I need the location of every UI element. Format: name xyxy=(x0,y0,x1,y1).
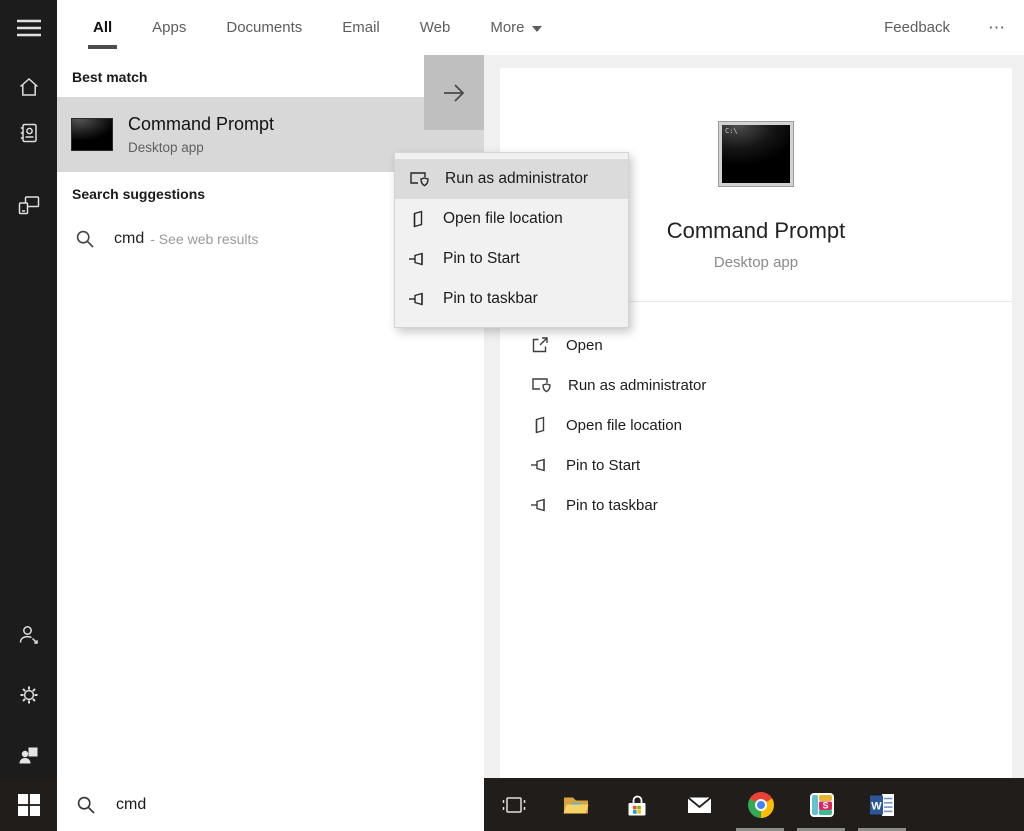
action-run-as-administrator[interactable]: Run as administrator xyxy=(500,365,1012,405)
taskbar: cmd S W xyxy=(0,778,1024,831)
action-label: Pin to Start xyxy=(566,456,641,474)
menu-item-label: Pin to Start xyxy=(443,250,520,267)
svg-text:W: W xyxy=(871,800,882,812)
navigation-sidebar xyxy=(0,0,57,778)
expand-result-arrow-button[interactable] xyxy=(424,55,484,130)
tab-all[interactable]: All xyxy=(88,0,118,55)
tab-web[interactable]: Web xyxy=(417,0,454,55)
mail-icon xyxy=(686,796,712,813)
action-label: Run as administrator xyxy=(568,376,707,394)
slack-icon: S xyxy=(810,792,834,817)
word-button[interactable]: W xyxy=(868,778,896,831)
svg-text:S: S xyxy=(822,800,828,810)
menu-item-label: Open file location xyxy=(443,210,563,227)
menu-open-file-location[interactable]: Open file location xyxy=(395,199,628,239)
run-as-admin-icon xyxy=(532,378,551,393)
action-open[interactable]: Open xyxy=(500,325,1012,365)
best-match-title: Command Prompt xyxy=(128,114,275,134)
search-filter-tabs: All Apps Documents Email Web More Feedba… xyxy=(57,0,1024,55)
menu-item-label: Run as administrator xyxy=(445,170,589,187)
slack-button[interactable]: S xyxy=(808,778,836,831)
chevron-down-icon xyxy=(531,26,542,32)
open-icon xyxy=(532,337,548,353)
action-open-file-location[interactable]: Open file location xyxy=(500,405,1012,445)
task-view-icon xyxy=(502,796,526,813)
journal-icon[interactable] xyxy=(0,122,57,144)
file-explorer-button[interactable] xyxy=(562,778,590,831)
start-button[interactable] xyxy=(0,778,57,831)
command-prompt-icon xyxy=(72,119,112,150)
tab-documents[interactable]: Documents xyxy=(223,0,305,55)
pin-icon xyxy=(409,292,423,306)
best-match-subtitle: Desktop app xyxy=(128,140,204,155)
menu-pin-to-taskbar[interactable]: Pin to taskbar xyxy=(395,279,628,319)
file-explorer-icon xyxy=(563,797,589,813)
home-icon[interactable] xyxy=(0,76,57,98)
word-icon: W xyxy=(869,793,894,816)
arrow-right-icon xyxy=(444,83,465,102)
chrome-button[interactable] xyxy=(747,778,775,831)
task-view-button[interactable] xyxy=(500,778,528,831)
hamburger-menu-icon[interactable] xyxy=(0,17,57,39)
search-icon xyxy=(77,796,95,814)
suggestion-hint: - See web results xyxy=(150,231,259,247)
preview-action-list: Open Run as administrator Open file loca… xyxy=(500,325,1012,525)
context-menu: Run as administrator Open file location … xyxy=(394,152,629,328)
pin-icon xyxy=(531,458,545,472)
windows-logo-icon xyxy=(17,793,40,816)
action-label: Open xyxy=(566,336,603,354)
store-button[interactable] xyxy=(623,778,651,831)
menu-pin-to-start[interactable]: Pin to Start xyxy=(395,239,628,279)
pin-icon xyxy=(409,252,423,266)
tab-more[interactable]: More xyxy=(487,0,544,55)
account-icon[interactable] xyxy=(0,624,57,646)
mail-button[interactable] xyxy=(685,778,713,831)
feedback-icon[interactable] xyxy=(0,744,57,766)
file-location-icon xyxy=(413,210,423,228)
menu-run-as-administrator[interactable]: Run as administrator xyxy=(395,159,628,199)
suggestion-query: cmd xyxy=(114,230,145,247)
active-tab-indicator xyxy=(88,45,118,49)
action-label: Open file location xyxy=(566,416,682,434)
tab-apps[interactable]: Apps xyxy=(149,0,189,55)
action-pin-to-taskbar[interactable]: Pin to taskbar xyxy=(500,485,1012,525)
best-match-header: Best match xyxy=(72,69,148,85)
pin-icon xyxy=(531,498,545,512)
store-icon xyxy=(628,795,646,815)
action-pin-to-start[interactable]: Pin to Start xyxy=(500,445,1012,485)
search-suggestions-header: Search suggestions xyxy=(72,186,206,202)
search-input-value: cmd xyxy=(116,795,147,813)
run-as-admin-icon xyxy=(410,172,429,187)
tab-email[interactable]: Email xyxy=(339,0,383,55)
command-prompt-icon-large: C:\ xyxy=(719,122,793,186)
search-icon xyxy=(76,230,94,248)
taskbar-search-input[interactable]: cmd xyxy=(57,778,484,831)
devices-icon[interactable] xyxy=(0,194,57,216)
chrome-icon xyxy=(748,791,774,818)
more-options-icon[interactable]: ⋯ xyxy=(988,18,1006,38)
settings-gear-icon[interactable] xyxy=(0,684,57,706)
menu-item-label: Pin to taskbar xyxy=(443,290,538,307)
feedback-link[interactable]: Feedback xyxy=(884,19,950,36)
file-location-icon xyxy=(535,416,545,434)
action-label: Pin to taskbar xyxy=(566,496,658,514)
